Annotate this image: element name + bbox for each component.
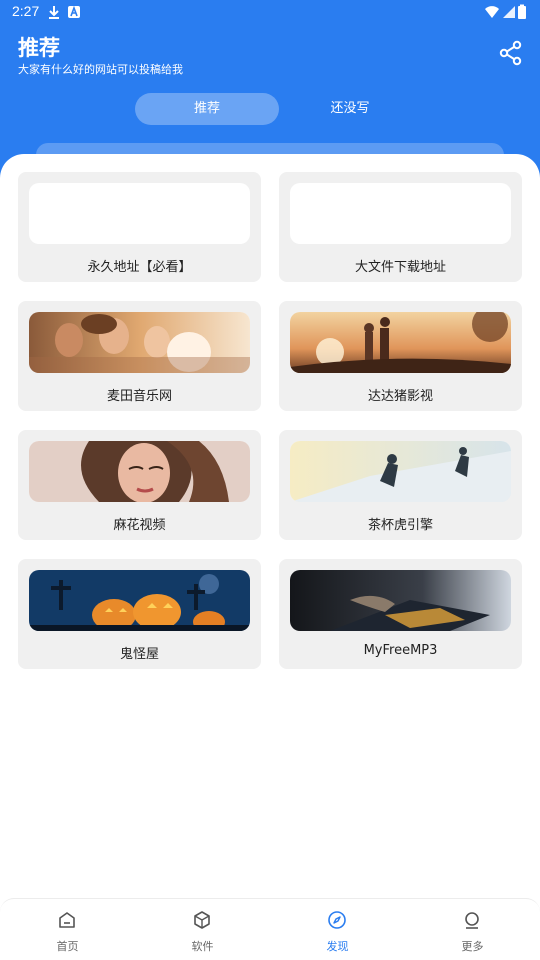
card-label: 麻花视频 — [113, 518, 166, 533]
card-label: 茶杯虎引擎 — [367, 518, 433, 533]
battery-icon — [518, 4, 526, 19]
nav-software[interactable]: 软件 — [135, 899, 270, 960]
friends-photo — [29, 312, 250, 373]
card-label: 永久地址【必看】 — [87, 260, 192, 275]
site-card-permanent-address[interactable]: 永久地址【必看】 — [18, 172, 261, 282]
site-card-dadazhu-video[interactable]: 达达猪影视 — [279, 301, 522, 411]
nav-home[interactable]: 首页 — [0, 899, 135, 960]
hikers-snow-photo — [290, 441, 511, 502]
card-label: 鬼怪屋 — [119, 647, 159, 662]
card-label: 大文件下载地址 — [354, 260, 446, 275]
site-card-ghost-house[interactable]: 鬼怪屋 — [18, 559, 261, 669]
site-card-mahua-video[interactable]: 麻花视频 — [18, 430, 261, 540]
site-card-file-download[interactable]: 大文件下载地址 — [279, 172, 522, 282]
page-subtitle: 大家有什么好的网站可以投稿给我 — [18, 63, 183, 76]
card-thumbnail-blank — [29, 183, 250, 244]
person-icon — [465, 912, 479, 929]
site-card-maitian-music[interactable]: 麦田音乐网 — [18, 301, 261, 411]
download-icon — [49, 6, 59, 19]
nav-more[interactable]: 更多 — [405, 899, 540, 960]
home-icon — [59, 912, 75, 928]
laptop-photo — [290, 570, 511, 631]
family-sunset-photo — [290, 312, 511, 373]
compass-icon — [328, 911, 346, 929]
tab-recommended[interactable]: 推荐 — [135, 93, 279, 125]
wifi-icon — [485, 6, 499, 18]
card-label: 麦田音乐网 — [106, 389, 172, 404]
pumpkins-photo — [29, 570, 250, 631]
nav-label-discover: 发现 — [326, 940, 349, 953]
signal-icon — [503, 6, 515, 18]
nav-label-home: 首页 — [56, 940, 79, 953]
nav-label-software: 软件 — [191, 940, 214, 953]
status-time: 2:27 — [12, 3, 40, 19]
notification-a-icon — [68, 5, 80, 18]
nav-label-more: 更多 — [461, 940, 484, 953]
cube-icon — [194, 911, 210, 929]
status-bar: 2:27 — [0, 0, 540, 24]
site-card-chabeihu-engine[interactable]: 茶杯虎引擎 — [279, 430, 522, 540]
nav-discover[interactable]: 发现 — [270, 899, 405, 960]
card-thumbnail-blank — [290, 183, 511, 244]
share-icon[interactable] — [498, 40, 524, 66]
card-label: 达达猪影视 — [367, 389, 433, 404]
woman-portrait-photo — [29, 441, 250, 502]
bottom-navigation: 首页 软件 发现 更多 — [0, 898, 540, 960]
tab-not-written[interactable]: 还没写 — [290, 93, 410, 125]
site-card-myfreemp3[interactable]: MyFreeMP3 — [279, 559, 522, 669]
card-label: MyFreeMP3 — [363, 643, 438, 658]
page-title: 推荐 — [18, 36, 60, 60]
